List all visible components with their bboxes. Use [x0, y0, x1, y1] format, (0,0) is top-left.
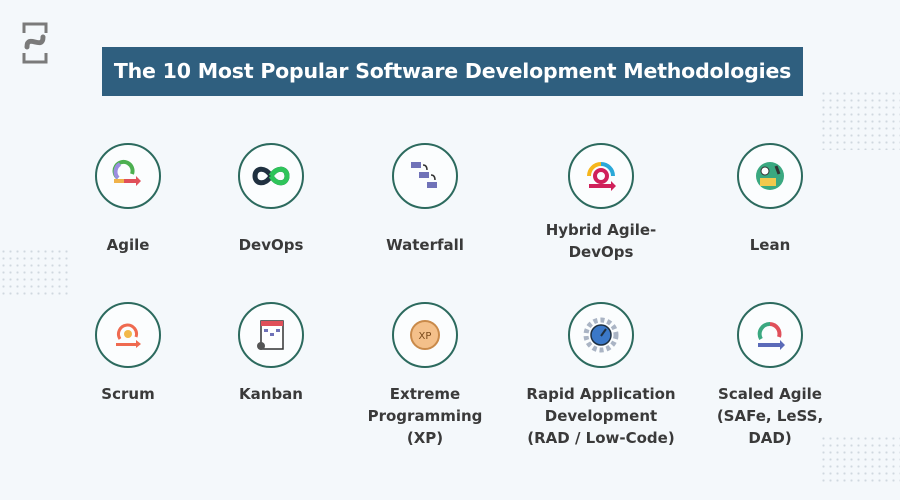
icon-circle — [392, 143, 458, 209]
icon-circle — [568, 143, 634, 209]
icon-circle — [238, 302, 304, 368]
xp-badge-icon: XP — [410, 320, 440, 350]
methodology-label: Waterfall — [386, 236, 464, 254]
speed-gear-icon — [583, 317, 619, 353]
kanban-board-icon — [257, 320, 284, 350]
methodology-item: XP Extreme Programming (XP) — [340, 302, 510, 449]
lean-process-icon — [756, 162, 784, 190]
methodology-item: DevOps — [186, 143, 356, 256]
hybrid-gear-cycle-icon — [587, 162, 616, 191]
icon-circle — [95, 143, 161, 209]
methodology-label: Scaled Agile (SAFe, LeSS, DAD) — [716, 385, 824, 447]
waterfall-steps-icon — [411, 162, 437, 188]
methodology-label: Kanban — [239, 385, 303, 403]
scrum-cycle-icon — [116, 323, 141, 348]
methodology-item: Rapid Application Development (RAD / Low… — [516, 302, 686, 449]
brand-logo-icon — [22, 22, 48, 64]
icon-circle: XP — [392, 302, 458, 368]
methodology-item: Waterfall — [340, 143, 510, 256]
icon-circle — [238, 143, 304, 209]
methodology-label: DevOps — [238, 236, 304, 254]
page-title: The 10 Most Popular Software Development… — [102, 47, 803, 96]
methodology-label: Rapid Application Development (RAD / Low… — [526, 385, 676, 447]
methodology-item: Lean — [685, 143, 855, 256]
methodology-item: Scaled Agile (SAFe, LeSS, DAD) — [685, 302, 855, 449]
devops-infinity-icon — [252, 166, 290, 186]
methodology-item: Kanban — [186, 302, 356, 405]
methodology-item: Hybrid Agile-DevOps — [516, 143, 686, 263]
methodology-label: Extreme Programming (XP) — [367, 385, 483, 447]
icon-circle — [95, 302, 161, 368]
icon-circle — [737, 143, 803, 209]
icon-circle — [737, 302, 803, 368]
icon-circle — [568, 302, 634, 368]
agile-cycle-icon — [112, 159, 141, 186]
svg-text:XP: XP — [419, 331, 432, 342]
methodology-label: Lean — [749, 236, 791, 254]
scaled-agile-cycle-icon — [757, 322, 785, 350]
methodology-label: Hybrid Agile-DevOps — [545, 221, 657, 261]
decorative-dots — [820, 90, 900, 150]
